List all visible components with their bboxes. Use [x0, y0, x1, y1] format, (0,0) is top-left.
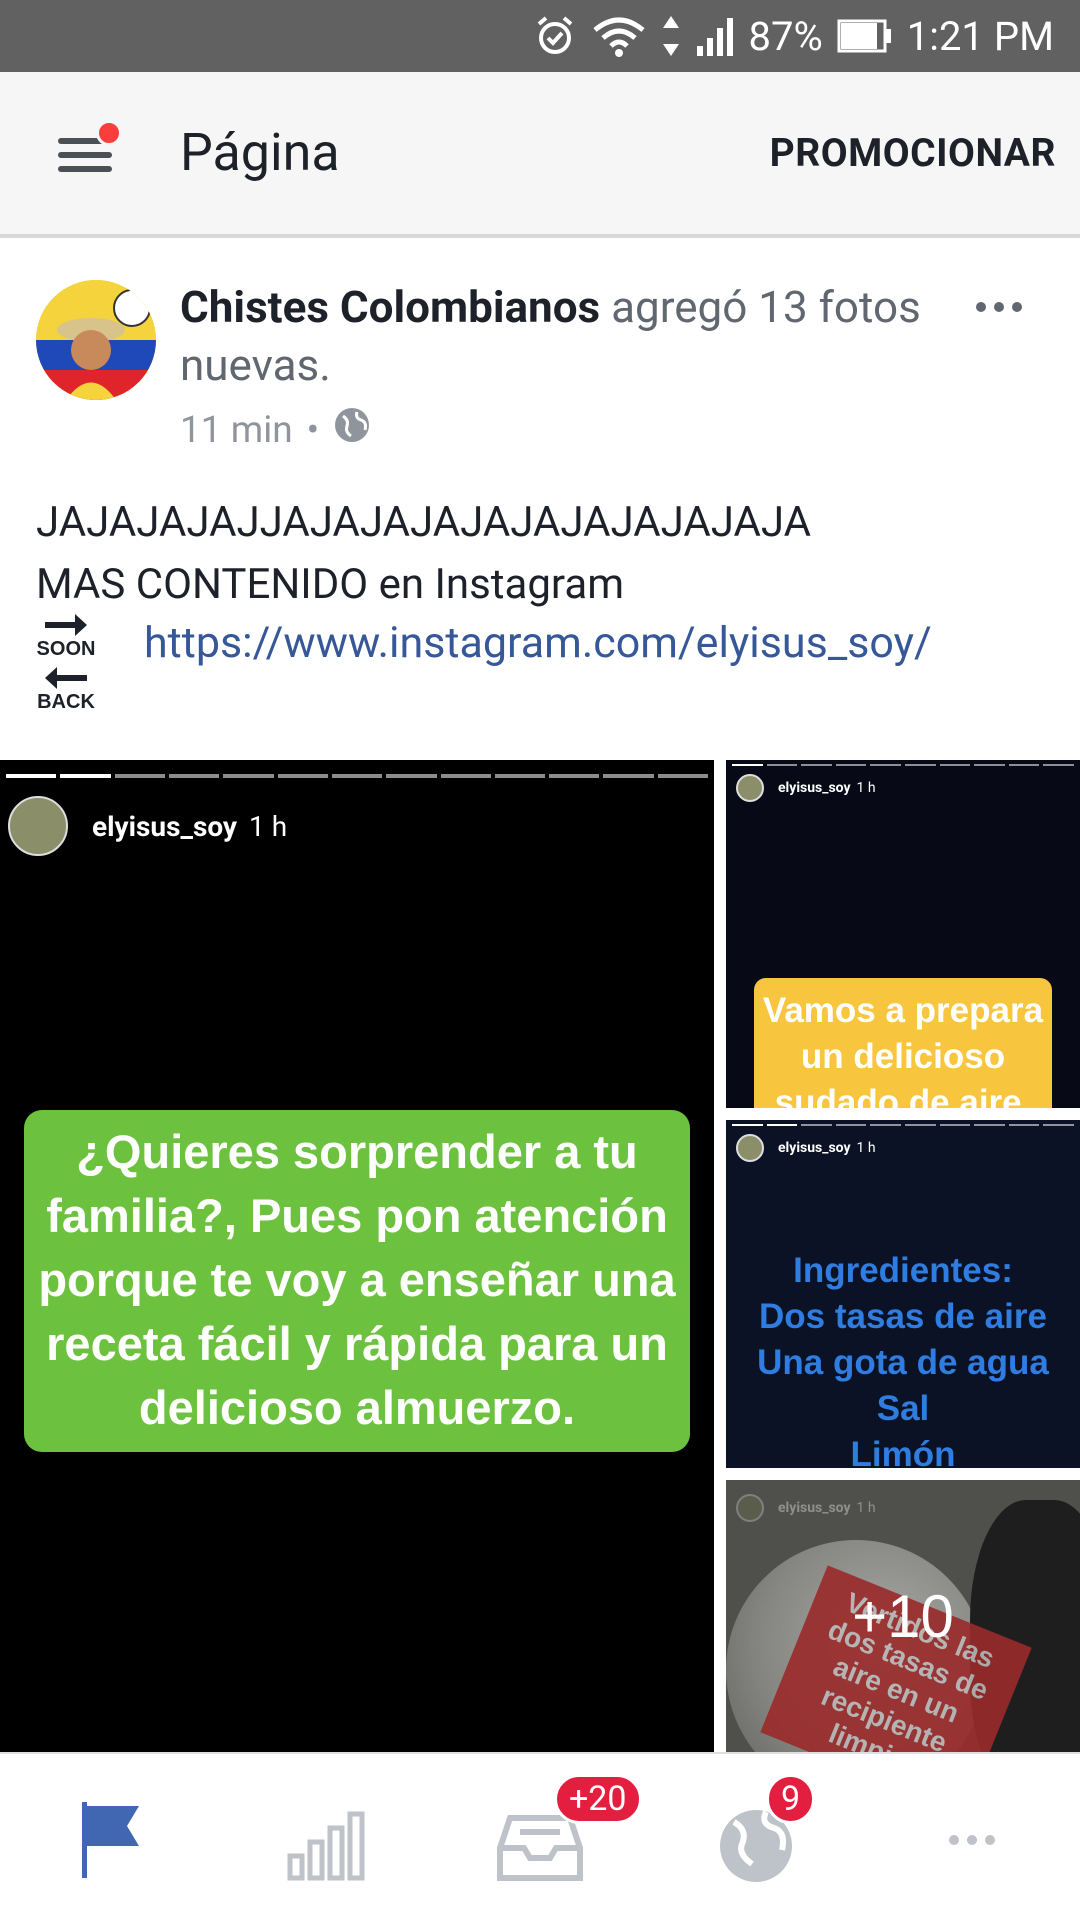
more-dot [1012, 302, 1022, 312]
menu-button[interactable] [48, 120, 122, 190]
status-bar: 87% 1:21 PM [0, 0, 1080, 72]
story-username: elyisus_soy [92, 809, 238, 843]
photo-3[interactable]: elyisus_soy 1 h Ingredientes: Dos tasas … [726, 1120, 1080, 1468]
story-avatar [736, 774, 764, 802]
caption-line: Una gota de agua [757, 1343, 1049, 1382]
story-username: elyisus_soy [778, 780, 851, 796]
story-time: 1 h [856, 780, 876, 796]
photo-2[interactable]: elyisus_soy 1 h Vamos a prepara un delic… [726, 760, 1080, 1108]
app-screen: 87% 1:21 PM Página PROMOCIONAR Chistes C… [0, 0, 1080, 1920]
back-label: BACK [37, 691, 95, 713]
story-avatar [736, 1134, 764, 1162]
nav-page-tab[interactable] [60, 1798, 160, 1888]
story-progress [726, 764, 1080, 766]
signal-icon [695, 16, 735, 56]
post-text-line: JAJAJAJAJJAJAJAJAJAJAJAJAJAJAJA [36, 498, 811, 547]
wifi-icon [591, 14, 647, 58]
nav-inbox-tab[interactable]: +20 [490, 1774, 642, 1888]
story-header: elyisus_soy 1 h [8, 796, 287, 856]
photo-1[interactable]: elyisus_soy 1 h ¿Quieres sorprender a tu… [0, 760, 714, 1752]
app-bar: Página PROMOCIONAR [0, 72, 1080, 238]
more-dot [976, 302, 986, 312]
link-row: SOON BACK https://www.instagram.com/elyi… [36, 612, 932, 714]
back-arrow-emoji: BACK [36, 665, 96, 714]
post-text-line: MAS CONTENIDO en Instagram [36, 560, 625, 609]
story-avatar [8, 796, 68, 856]
promote-button[interactable]: PROMOCIONAR [770, 130, 1056, 176]
photo-4[interactable]: elyisus_soy 1 h Vertidos las dos tasas d… [726, 1480, 1080, 1752]
caption-line: Dos tasas de aire [759, 1297, 1047, 1336]
story-time: 1 h [249, 809, 288, 843]
author-name[interactable]: Chistes Colombianos [180, 281, 600, 333]
clock-time: 1:21 PM [906, 12, 1054, 60]
story-progress [0, 774, 714, 778]
story-time: 1 h [856, 1140, 876, 1156]
insights-icon [287, 1811, 365, 1881]
notifications-badge: 9 [766, 1774, 816, 1824]
flag-icon [82, 1802, 139, 1878]
nav-more-tab[interactable] [922, 1798, 1022, 1888]
post-text: JAJAJAJAJJAJAJAJAJAJAJAJAJAJAJA MAS CONT… [36, 492, 1056, 616]
more-icon [949, 1835, 995, 1845]
caption-line: Ingredientes: [793, 1251, 1013, 1290]
globe-icon [333, 406, 371, 454]
data-arrows-icon [661, 14, 681, 58]
post-time[interactable]: 11 min [180, 409, 293, 452]
caption-line: Sal [876, 1389, 930, 1428]
hamburger-icon-bar [58, 152, 112, 158]
story-username: elyisus_soy [778, 1140, 851, 1156]
bottom-nav: +20 9 [0, 1752, 1080, 1920]
nav-notifications-tab[interactable]: 9 [706, 1774, 816, 1888]
post-meta: 11 min • [180, 406, 371, 454]
hamburger-icon-bar [58, 166, 112, 172]
more-photos-count[interactable]: +10 [726, 1480, 1080, 1752]
caption-line: Limón [850, 1435, 956, 1468]
more-dot [994, 302, 1004, 312]
story-header: elyisus_soy 1 h [736, 1134, 876, 1162]
story-caption: Vamos a prepara un delicioso sudado de a… [754, 978, 1052, 1108]
story-header: elyisus_soy 1 h [736, 774, 876, 802]
alarm-icon [533, 14, 577, 58]
page-title: Página [180, 122, 340, 183]
more-options-button[interactable] [972, 290, 1026, 320]
battery-percent: 87% [748, 12, 823, 60]
story-caption: ¿Quieres sorprender a tu familia?, Pues … [24, 1110, 690, 1452]
page-avatar[interactable] [36, 280, 156, 400]
notification-dot [96, 120, 122, 146]
soon-arrow-emoji: SOON [36, 612, 96, 661]
story-caption: Ingredientes: Dos tasas de aire Una gota… [726, 1248, 1080, 1468]
inbox-badge: +20 [554, 1774, 642, 1824]
meta-separator: • [306, 408, 320, 452]
nav-insights-tab[interactable] [276, 1798, 376, 1888]
soon-back-emoji: SOON BACK [36, 612, 100, 714]
story-progress [726, 1124, 1080, 1126]
instagram-link[interactable]: https://www.instagram.com/elyisus_soy/ [144, 618, 932, 668]
soon-label: SOON [36, 638, 96, 660]
post-header: Chistes Colombianos agregó 13 fotos nuev… [180, 278, 980, 394]
battery-icon [837, 18, 893, 54]
